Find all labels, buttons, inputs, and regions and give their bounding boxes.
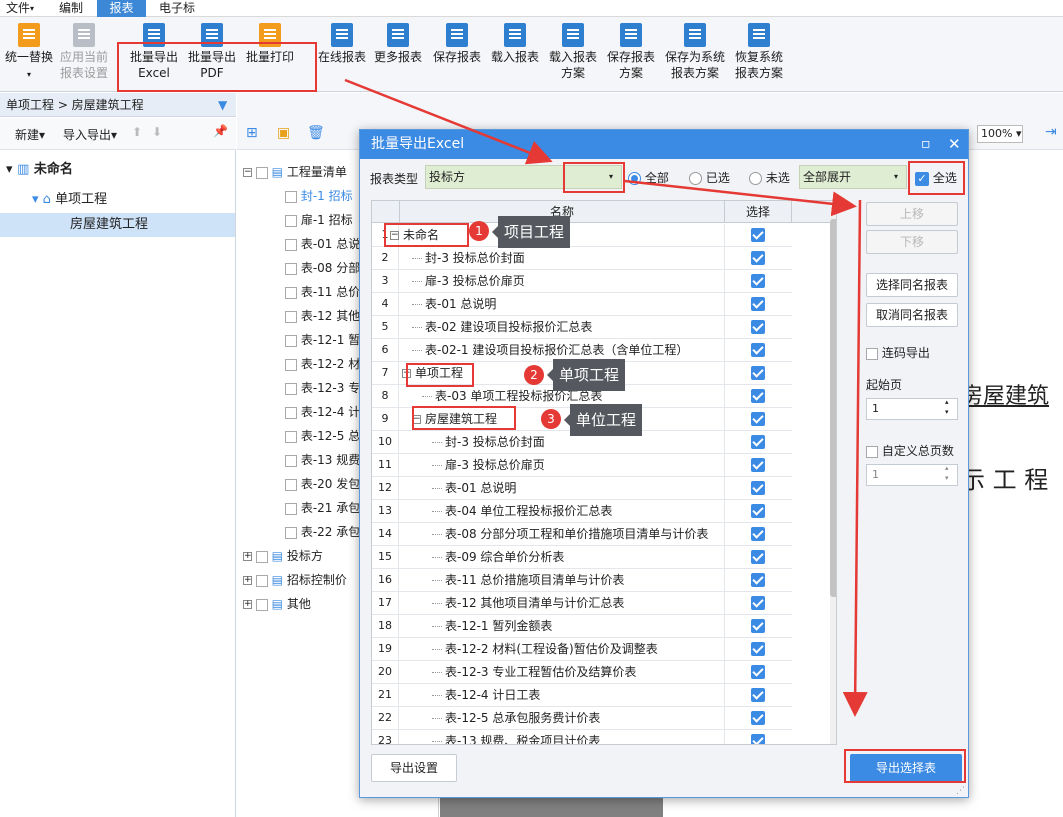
- arrow-to-type-select: [344, 78, 553, 165]
- arrow-to-select-all: [624, 179, 857, 217]
- annotation-arrows: [344, 78, 868, 717]
- arrow-to-export: [842, 199, 868, 717]
